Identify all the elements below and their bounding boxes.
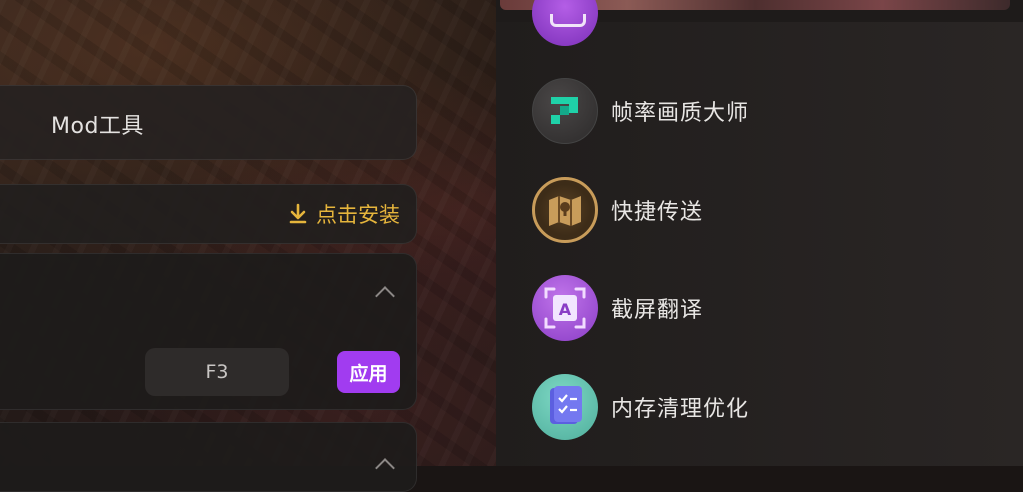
install-button[interactable]: 点击安装	[288, 199, 400, 229]
hotkey-card: F3 应用	[0, 253, 417, 410]
tool-screenshot-translate[interactable]: A 截屏翻译	[532, 275, 703, 341]
tool-label: 快捷传送	[611, 200, 704, 225]
collapsed-card	[0, 422, 417, 492]
chevron-up-icon[interactable]	[375, 458, 395, 478]
checklist-icon	[532, 374, 598, 440]
mod-tool-card[interactable]: Mod工具	[0, 85, 417, 160]
pixel-arrow-icon	[532, 78, 598, 144]
tool-label: 帧率画质大师	[611, 101, 750, 126]
tool-memory-cleanup[interactable]: 内存清理优化	[532, 374, 749, 440]
translate-icon: A	[532, 275, 598, 341]
map-icon	[532, 177, 598, 243]
hotkey-input[interactable]: F3	[145, 348, 289, 396]
tool-label: 内存清理优化	[611, 397, 750, 422]
install-label: 点击安装	[316, 203, 400, 227]
hotkey-value: F3	[205, 361, 229, 383]
install-card: 点击安装	[0, 184, 417, 244]
tool-quick-teleport[interactable]: 快捷传送	[532, 177, 703, 243]
tool-fps-master[interactable]: 帧率画质大师	[532, 78, 749, 144]
apply-button[interactable]: 应用	[337, 351, 400, 393]
chevron-up-icon[interactable]	[375, 286, 395, 306]
download-icon	[289, 203, 307, 224]
tool-label: 截屏翻译	[611, 298, 704, 323]
svg-text:A: A	[559, 300, 572, 319]
mod-tool-title: Mod工具	[51, 114, 144, 139]
